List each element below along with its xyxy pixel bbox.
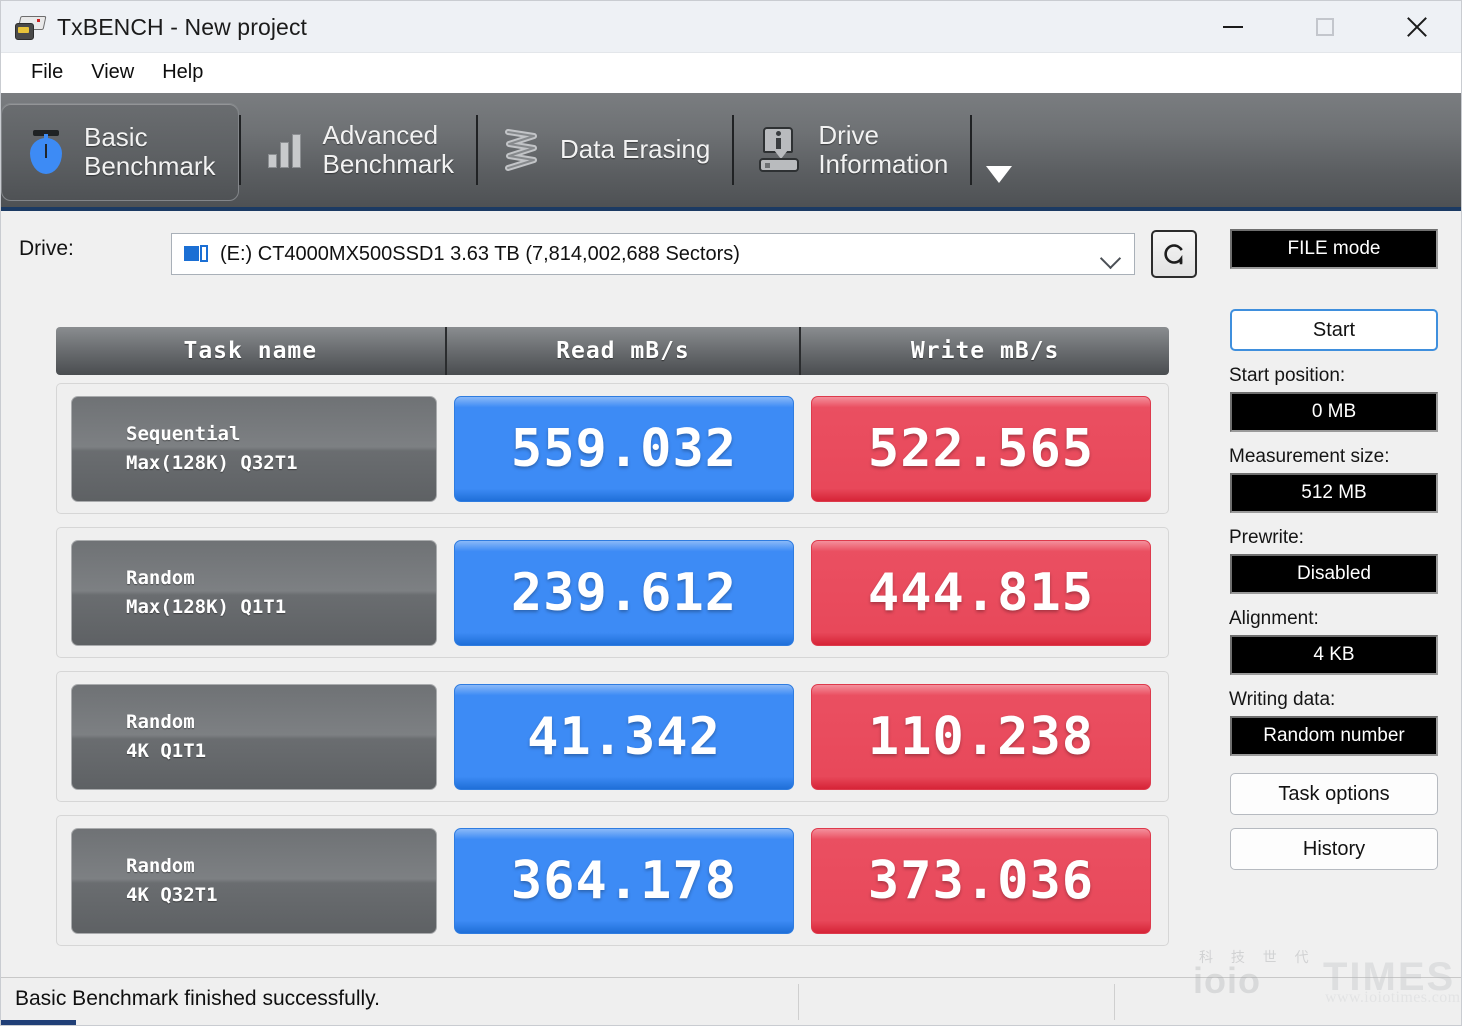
close-button[interactable] (1371, 1, 1461, 53)
write-value-cell: 110.238 (811, 683, 1151, 790)
task-name-line2: 4K Q1T1 (126, 739, 207, 762)
refresh-drives-button[interactable] (1151, 230, 1197, 278)
status-divider (798, 984, 799, 1020)
column-header-read: Read mB/s (444, 327, 800, 375)
shredder-icon (500, 126, 544, 174)
task-name-cell[interactable]: Sequential Max(128K) Q32T1 (71, 395, 437, 502)
menu-item-view[interactable]: View (77, 58, 148, 87)
txbench-window: TxBENCH - New project File View Help Bas… (0, 0, 1462, 1026)
write-value-cell: 444.815 (811, 539, 1151, 646)
prewrite-label: Prewrite: (1229, 527, 1304, 548)
tab-drive-information[interactable]: Drive Information (734, 93, 970, 207)
results-table-header: Task name Read mB/s Write mB/s (56, 327, 1169, 375)
toolbar-overflow-button[interactable] (972, 141, 1028, 207)
chevron-down-icon (986, 165, 1013, 183)
task-name-line2: Max(128K) Q32T1 (126, 451, 298, 474)
drive-monitor-icon (184, 243, 210, 265)
read-value-cell: 239.612 (454, 539, 794, 646)
task-name-line1: Random (126, 855, 195, 877)
mode-display[interactable]: FILE mode (1230, 229, 1438, 269)
read-value-cell: 364.178 (454, 827, 794, 934)
start-button[interactable]: Start (1230, 309, 1438, 351)
settings-panel: FILE mode Start Start position: 0 MB Mea… (1219, 229, 1449, 870)
maximize-button[interactable] (1279, 1, 1371, 53)
task-options-button[interactable]: Task options (1230, 773, 1438, 815)
measurement-size-value[interactable]: 512 MB (1230, 473, 1438, 513)
write-value-cell: 373.036 (811, 827, 1151, 934)
task-name-cell[interactable]: Random 4K Q32T1 (71, 827, 437, 934)
task-name-line1: Random (126, 711, 195, 733)
task-name-line2: 4K Q32T1 (126, 883, 218, 906)
status-message: Basic Benchmark finished successfully. (15, 987, 380, 1010)
tab-advanced-benchmark-label: Advanced Benchmark (322, 119, 455, 179)
tab-data-erasing-label: Data Erasing (560, 134, 711, 165)
drive-label: Drive: (19, 237, 74, 260)
alignment-value[interactable]: 4 KB (1230, 635, 1438, 675)
table-row: Random Max(128K) Q1T1 239.612 444.815 (56, 527, 1169, 658)
history-button[interactable]: History (1230, 828, 1438, 870)
read-value-cell: 559.032 (454, 395, 794, 502)
measurement-size-label: Measurement size: (1229, 446, 1390, 467)
menu-bar: File View Help (1, 53, 1461, 93)
prewrite-value[interactable]: Disabled (1230, 554, 1438, 594)
bar-chart-icon (263, 128, 307, 172)
task-name-line2: Max(128K) Q1T1 (126, 595, 287, 618)
window-title: TxBENCH - New project (57, 13, 308, 40)
tab-drive-information-label: Drive Information (818, 119, 949, 179)
read-value-cell: 41.342 (454, 683, 794, 790)
maximize-icon (1316, 18, 1334, 36)
status-divider (1114, 984, 1115, 1020)
tab-advanced-benchmark[interactable]: Advanced Benchmark (241, 93, 477, 207)
task-name-cell[interactable]: Random Max(128K) Q1T1 (71, 539, 437, 646)
task-name-line1: Random (126, 567, 195, 589)
start-position-value[interactable]: 0 MB (1230, 392, 1438, 432)
close-icon (1405, 15, 1429, 39)
refresh-icon (1164, 244, 1183, 265)
txbench-app-icon (15, 14, 47, 40)
drive-information-icon (756, 125, 802, 175)
stopwatch-icon (24, 126, 68, 178)
table-row: Random 4K Q1T1 41.342 110.238 (56, 671, 1169, 802)
chevron-down-icon (1099, 247, 1122, 270)
tab-data-erasing[interactable]: Data Erasing (478, 93, 732, 207)
table-row: Sequential Max(128K) Q32T1 559.032 522.5… (56, 383, 1169, 514)
menu-item-help[interactable]: Help (148, 58, 217, 87)
tab-basic-benchmark-label: Basic Benchmark (84, 121, 216, 181)
toolbar-tabs: Basic Benchmark Advanced Benchmark Data … (1, 93, 1028, 207)
column-header-write: Write mB/s (799, 327, 1169, 375)
window-controls (1187, 1, 1461, 53)
main-toolbar: Basic Benchmark Advanced Benchmark Data … (1, 93, 1461, 211)
watermark-chinese-text: 科 技 世 代 (1199, 949, 1316, 965)
title-bar-left: TxBENCH - New project (15, 1, 307, 53)
tab-basic-benchmark[interactable]: Basic Benchmark (1, 103, 239, 201)
drive-select[interactable]: (E:) CT4000MX500SSD1 3.63 TB (7,814,002,… (171, 233, 1135, 275)
writing-data-label: Writing data: (1229, 689, 1336, 710)
start-position-label: Start position: (1229, 365, 1346, 386)
table-row: Random 4K Q32T1 364.178 373.036 (56, 815, 1169, 946)
alignment-label: Alignment: (1229, 608, 1319, 629)
task-name-cell[interactable]: Random 4K Q1T1 (71, 683, 437, 790)
title-bar: TxBENCH - New project (1, 1, 1461, 53)
column-header-task-name: Task name (183, 338, 318, 364)
drive-selected-value: (E:) CT4000MX500SSD1 3.63 TB (7,814,002,… (220, 242, 740, 265)
results-table-body: Sequential Max(128K) Q32T1 559.032 522.5… (56, 383, 1169, 959)
status-progress-bar (1, 1020, 76, 1025)
minimize-button[interactable] (1187, 1, 1279, 53)
write-value-cell: 522.565 (811, 395, 1151, 502)
minimize-icon (1223, 26, 1243, 28)
writing-data-value[interactable]: Random number (1230, 716, 1438, 756)
status-bar: Basic Benchmark finished successfully. (1, 977, 1461, 1025)
menu-item-file[interactable]: File (17, 58, 77, 87)
task-name-line1: Sequential (126, 423, 241, 445)
